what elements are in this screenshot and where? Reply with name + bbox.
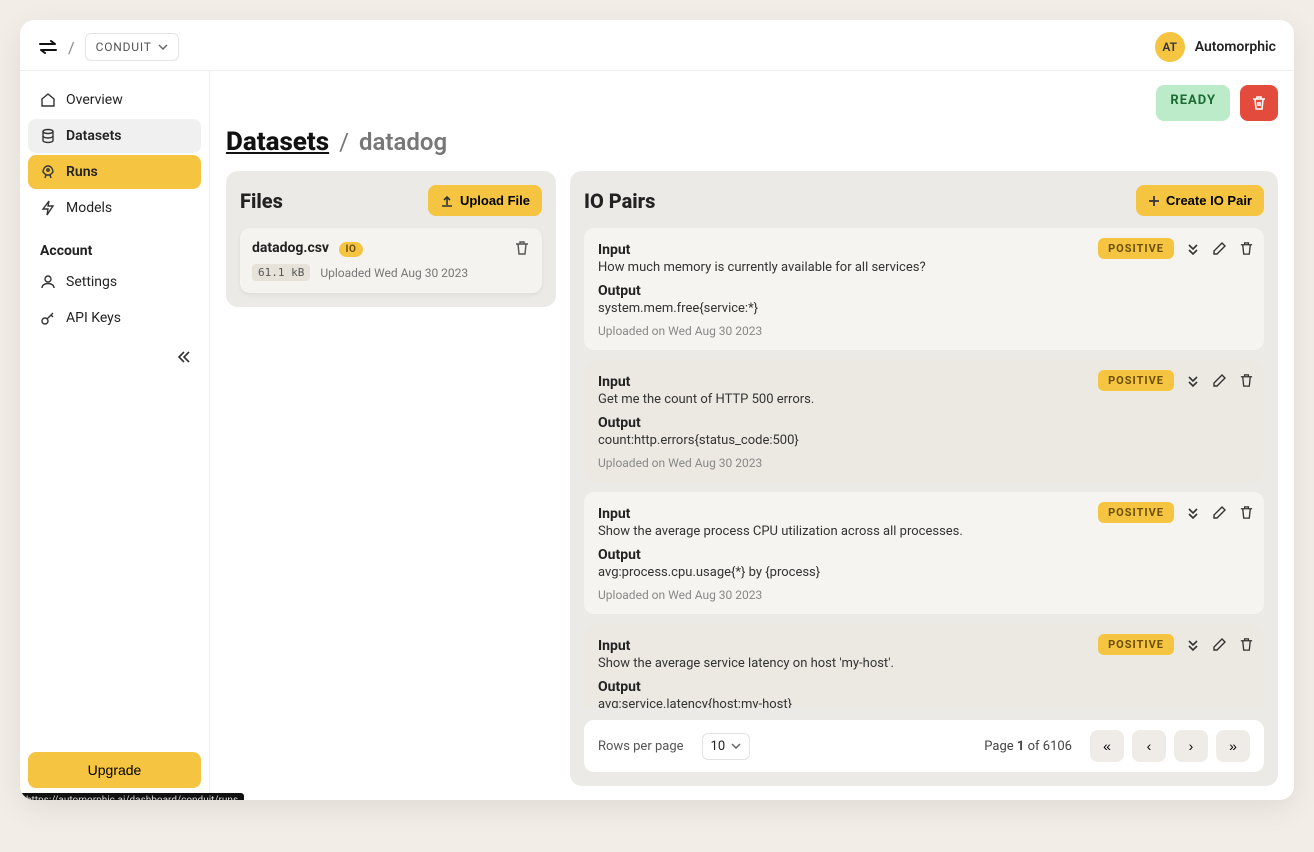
page-info: Page 1 of 6106 xyxy=(984,739,1072,754)
delete-file-button[interactable] xyxy=(514,240,530,256)
home-icon xyxy=(40,92,56,108)
sidebar-item-models[interactable]: Models xyxy=(28,191,201,225)
sidebar-item-label: Settings xyxy=(66,274,117,290)
iopair-card: POSITIVE Input How much memory is curren… xyxy=(584,228,1264,350)
avatar[interactable]: AT xyxy=(1155,32,1185,62)
sidebar-item-label: API Keys xyxy=(66,310,121,326)
iopairs-panel: IO Pairs Create IO Pair POSITIVE xyxy=(570,171,1278,786)
breadcrumb: Datasets / datadog xyxy=(226,127,1278,157)
status-badge-ready: READY xyxy=(1156,85,1230,121)
output-text: count:http.errors{status_code:500} xyxy=(598,433,1250,448)
chevron-down-icon xyxy=(158,44,168,50)
collapse-sidebar-button[interactable] xyxy=(167,345,201,369)
create-iopair-button[interactable]: Create IO Pair xyxy=(1136,185,1264,216)
user-icon xyxy=(40,274,56,290)
pager-last-button[interactable]: » xyxy=(1216,730,1250,762)
iopair-card: POSITIVE Input Get me the count of HTTP … xyxy=(584,360,1264,482)
pair-uploaded: Uploaded on Wed Aug 30 2023 xyxy=(598,456,1250,470)
sidebar-item-apikeys[interactable]: API Keys xyxy=(28,301,201,335)
breadcrumb-root[interactable]: Datasets xyxy=(226,127,329,157)
file-io-badge: IO xyxy=(339,242,364,257)
edit-icon[interactable] xyxy=(1212,373,1227,388)
file-uploaded: Uploaded Wed Aug 30 2023 xyxy=(320,266,468,280)
file-name: datadog.csv xyxy=(252,240,329,256)
trash-icon[interactable] xyxy=(1239,637,1254,652)
output-label: Output xyxy=(598,547,1250,563)
input-text: How much memory is currently available f… xyxy=(598,260,1250,275)
pager: Rows per page 10 Page 1 of 6106 « xyxy=(584,720,1264,772)
plus-icon xyxy=(1148,195,1160,207)
sidebar-item-label: Models xyxy=(66,200,112,216)
input-text: Get me the count of HTTP 500 errors. xyxy=(598,392,1250,407)
files-title: Files xyxy=(240,189,283,213)
breadcrumb-sep: / xyxy=(339,128,349,156)
trash-icon xyxy=(1251,95,1267,111)
database-icon xyxy=(40,128,56,144)
trash-icon[interactable] xyxy=(1239,505,1254,520)
edit-icon[interactable] xyxy=(1212,505,1227,520)
workspace-name: CONDUIT xyxy=(96,40,152,54)
key-icon xyxy=(40,310,56,326)
sidebar-item-runs[interactable]: Runs xyxy=(28,155,201,189)
edit-icon[interactable] xyxy=(1212,637,1227,652)
files-panel: Files Upload File datadog.csv I xyxy=(226,171,556,307)
positive-badge: POSITIVE xyxy=(1098,370,1174,391)
positive-badge: POSITIVE xyxy=(1098,238,1174,259)
bolt-icon xyxy=(40,200,56,216)
input-text: Show the average process CPU utilization… xyxy=(598,524,1250,539)
file-size: 61.1 kB xyxy=(252,264,310,281)
output-text: system.mem.free{service:*} xyxy=(598,301,1250,316)
expand-icon[interactable] xyxy=(1186,638,1200,652)
sidebar-section-account: Account xyxy=(28,227,201,265)
rows-per-page-select[interactable]: 10 xyxy=(702,733,751,760)
pager-next-button[interactable]: › xyxy=(1174,730,1208,762)
expand-icon[interactable] xyxy=(1186,374,1200,388)
positive-badge: POSITIVE xyxy=(1098,502,1174,523)
input-text: Show the average service latency on host… xyxy=(598,656,1250,671)
pair-uploaded: Uploaded on Wed Aug 30 2023 xyxy=(598,324,1250,338)
rocket-icon xyxy=(40,164,56,180)
breadcrumb-sep: / xyxy=(68,38,75,57)
output-text: avg:service.latency{host:my-host} xyxy=(598,697,1250,708)
output-text: avg:process.cpu.usage{*} by {process} xyxy=(598,565,1250,580)
chevron-down-icon xyxy=(731,743,741,749)
pager-first-button[interactable]: « xyxy=(1090,730,1124,762)
sidebar-item-label: Overview xyxy=(66,92,123,108)
trash-icon[interactable] xyxy=(1239,373,1254,388)
iopair-card: POSITIVE Input Show the average service … xyxy=(584,624,1264,708)
rows-per-page-label: Rows per page xyxy=(598,739,684,754)
sidebar-item-datasets[interactable]: Datasets xyxy=(28,119,201,153)
pair-uploaded: Uploaded on Wed Aug 30 2023 xyxy=(598,588,1250,602)
upload-file-button[interactable]: Upload File xyxy=(428,185,542,216)
output-label: Output xyxy=(598,283,1250,299)
breadcrumb-current: datadog xyxy=(359,128,447,156)
upgrade-button[interactable]: Upgrade xyxy=(28,752,201,788)
file-card[interactable]: datadog.csv IO 61.1 kB Uploaded Wed Aug … xyxy=(240,228,542,293)
status-bar-url: https://automorphic.ai/dashboard/conduit… xyxy=(20,793,244,800)
pager-prev-button[interactable]: ‹ xyxy=(1132,730,1166,762)
iopairs-title: IO Pairs xyxy=(584,189,655,213)
upload-icon xyxy=(440,194,454,208)
trash-icon[interactable] xyxy=(1239,241,1254,256)
expand-icon[interactable] xyxy=(1186,506,1200,520)
delete-dataset-button[interactable] xyxy=(1240,85,1278,121)
sidebar-item-settings[interactable]: Settings xyxy=(28,265,201,299)
edit-icon[interactable] xyxy=(1212,241,1227,256)
sidebar-item-overview[interactable]: Overview xyxy=(28,83,201,117)
output-label: Output xyxy=(598,415,1250,431)
sidebar-item-label: Runs xyxy=(66,164,98,180)
positive-badge: POSITIVE xyxy=(1098,634,1174,655)
user-name: Automorphic xyxy=(1195,39,1276,55)
expand-icon[interactable] xyxy=(1186,242,1200,256)
workspace-selector[interactable]: CONDUIT xyxy=(85,33,179,61)
swap-icon xyxy=(38,40,58,54)
iopair-card: POSITIVE Input Show the average process … xyxy=(584,492,1264,614)
sidebar-item-label: Datasets xyxy=(66,128,122,144)
output-label: Output xyxy=(598,679,1250,695)
